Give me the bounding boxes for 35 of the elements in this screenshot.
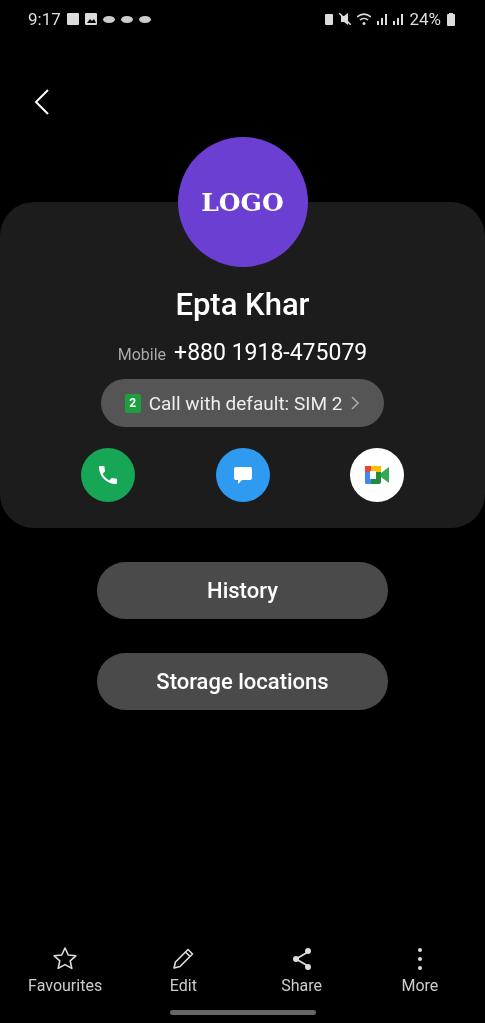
cloud-icon [102, 15, 115, 23]
contact-name: Epta Khar [175, 286, 310, 323]
more-icon [416, 946, 423, 972]
signal-icon [377, 13, 388, 25]
signal-icon [393, 13, 404, 25]
battery-icon [447, 12, 455, 26]
square-app-icon [66, 13, 79, 25]
action-button[interactable]: Storage locations [97, 653, 388, 710]
video-camera-icon [363, 463, 391, 487]
wifi-icon [357, 13, 372, 25]
phone-icon [96, 463, 120, 487]
battery-saver-icon [325, 13, 334, 25]
toolbar-button[interactable]: Edit [128, 945, 239, 996]
chevron-right-icon [350, 395, 361, 411]
cloud-icon [120, 15, 133, 23]
toolbar-button[interactable]: Favourites [10, 945, 121, 996]
battery-percent: 24% [409, 9, 441, 29]
action-button[interactable]: History [97, 562, 388, 619]
default-sim-button[interactable]: 2 Call with default: SIM 2 [100, 379, 385, 427]
contact-avatar: LOGO [177, 137, 308, 267]
cloud-icon [138, 15, 151, 23]
call-button[interactable] [81, 448, 135, 502]
video-call-button[interactable] [350, 448, 404, 502]
status-time: 9:17 [28, 9, 61, 29]
phone-label: Mobile [117, 345, 167, 364]
sim-badge: 2 [124, 393, 141, 413]
phone-number: +880 1918-475079 [174, 339, 368, 366]
mute-icon [339, 13, 352, 25]
toolbar-button[interactable]: More [364, 945, 475, 996]
star-icon [52, 946, 79, 972]
message-button[interactable] [215, 448, 270, 502]
back-button[interactable] [34, 88, 50, 116]
image-icon [84, 13, 97, 25]
toolbar-button[interactable]: Share [246, 945, 357, 996]
chat-bubble-icon [231, 464, 254, 486]
